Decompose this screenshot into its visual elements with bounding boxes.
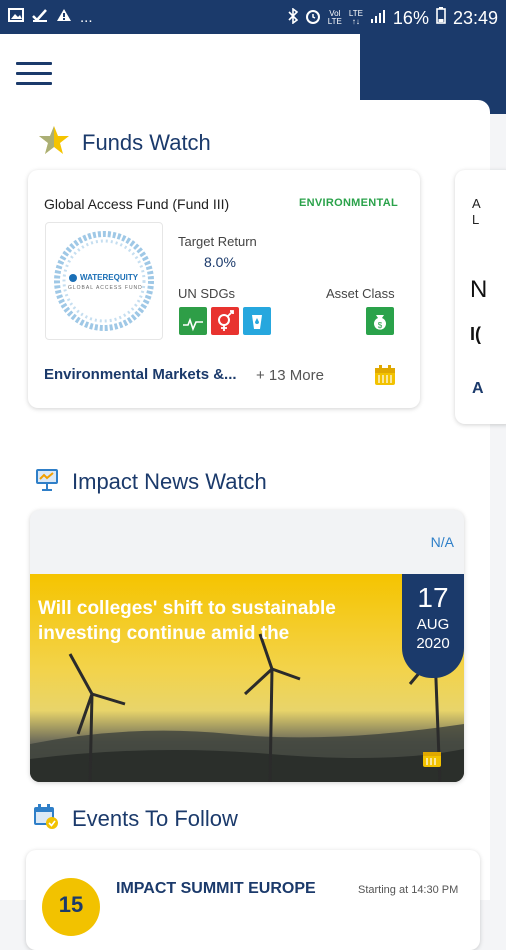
calendar-icon[interactable] bbox=[422, 748, 442, 773]
target-return-label: Target Return bbox=[178, 234, 257, 249]
funds-watch-title: Funds Watch bbox=[82, 130, 211, 155]
status-left: ... bbox=[8, 8, 93, 26]
star-icon bbox=[38, 124, 70, 162]
fund-category-tag: ENVIRONMENTAL bbox=[298, 197, 398, 209]
menu-icon-bar bbox=[16, 62, 52, 65]
warning-icon bbox=[56, 8, 72, 26]
event-date-badge: 15 bbox=[42, 878, 100, 936]
logo-text: WATEREQUITY bbox=[80, 273, 139, 282]
events-header: Events To Follow bbox=[32, 802, 238, 836]
asset-class-label: Asset Class bbox=[326, 286, 395, 301]
bluetooth-icon bbox=[288, 6, 298, 29]
status-ellipsis: ... bbox=[80, 8, 93, 26]
event-calendar-icon bbox=[32, 802, 60, 836]
alarm-icon bbox=[305, 8, 321, 29]
news-date-month: AUG bbox=[416, 616, 450, 633]
menu-icon-bar bbox=[16, 72, 52, 75]
fund-category-link[interactable]: Environmental Markets &... bbox=[44, 366, 237, 383]
news-date-year: 2020 bbox=[416, 635, 450, 652]
fund-card-peek[interactable]: A L N I( A bbox=[455, 170, 506, 424]
target-return-value: 8.0% bbox=[204, 254, 236, 270]
menu-button[interactable] bbox=[16, 62, 52, 86]
menu-icon-bar bbox=[16, 82, 52, 85]
event-name: IMPACT SUMMIT EUROPE bbox=[116, 880, 316, 897]
check-icon bbox=[32, 8, 48, 26]
asset-class-money-bag-icon: $ bbox=[366, 307, 394, 335]
news-board-icon bbox=[34, 466, 60, 498]
status-bar: ... Vol LTE LTE ↑↓ 16% 23:49 bbox=[0, 0, 506, 34]
lte-indicator: LTE ↑↓ bbox=[348, 9, 363, 26]
news-card[interactable]: N/A Will colleges' shift to sustainable … bbox=[30, 510, 464, 782]
fund-card[interactable]: Global Access Fund (Fund III) ENVIRONMEN… bbox=[28, 170, 420, 408]
un-sdgs-label: UN SDGs bbox=[178, 286, 236, 301]
news-date-badge: 17 AUG 2020 bbox=[402, 574, 464, 678]
news-status: N/A bbox=[430, 534, 454, 550]
status-right: Vol LTE LTE ↑↓ 16% 23:49 bbox=[288, 6, 498, 29]
battery-percent: 16% bbox=[392, 7, 429, 28]
fund-name: Global Access Fund (Fund III) bbox=[44, 196, 230, 212]
battery-icon bbox=[436, 7, 446, 29]
funds-watch-header: Funds Watch bbox=[38, 124, 211, 162]
clock-time: 23:49 bbox=[452, 7, 498, 28]
impact-news-title: Impact News Watch bbox=[72, 469, 267, 494]
image-icon bbox=[8, 8, 24, 26]
main-content: Funds Watch Global Access Fund (Fund III… bbox=[0, 100, 506, 950]
sdg-3-icon bbox=[179, 307, 207, 335]
events-title: Events To Follow bbox=[72, 806, 238, 831]
event-time: Starting at 14:30 PM bbox=[358, 884, 459, 896]
news-date-day: 17 bbox=[417, 582, 449, 613]
fund-logo: WATEREQUITY GLOBAL ACCESS FUND bbox=[45, 222, 163, 340]
peek-char: L bbox=[472, 212, 480, 227]
peek-char: N bbox=[470, 276, 488, 303]
sdg-5-icon bbox=[211, 307, 239, 335]
sdg-6-icon bbox=[243, 307, 271, 335]
logo-subtext: GLOBAL ACCESS FUND bbox=[68, 285, 143, 291]
news-headline[interactable]: Will colleges' shift to sustainable inve… bbox=[38, 596, 368, 646]
peek-char: A bbox=[472, 196, 481, 211]
peek-char: I( bbox=[470, 324, 481, 344]
event-card[interactable]: 15 IMPACT SUMMIT EUROPE Starting at 14:3… bbox=[26, 850, 480, 950]
volte-indicator: Vol LTE bbox=[327, 9, 342, 26]
signal-icon bbox=[370, 8, 386, 29]
more-categories[interactable]: + 13 More bbox=[256, 367, 324, 384]
news-image: Will colleges' shift to sustainable inve… bbox=[30, 574, 464, 782]
peek-char: A bbox=[472, 380, 484, 397]
impact-news-header: Impact News Watch bbox=[34, 466, 267, 498]
svg-text:$: $ bbox=[378, 321, 383, 330]
event-badge-day: 15 bbox=[58, 892, 84, 917]
calendar-icon[interactable] bbox=[374, 364, 396, 391]
